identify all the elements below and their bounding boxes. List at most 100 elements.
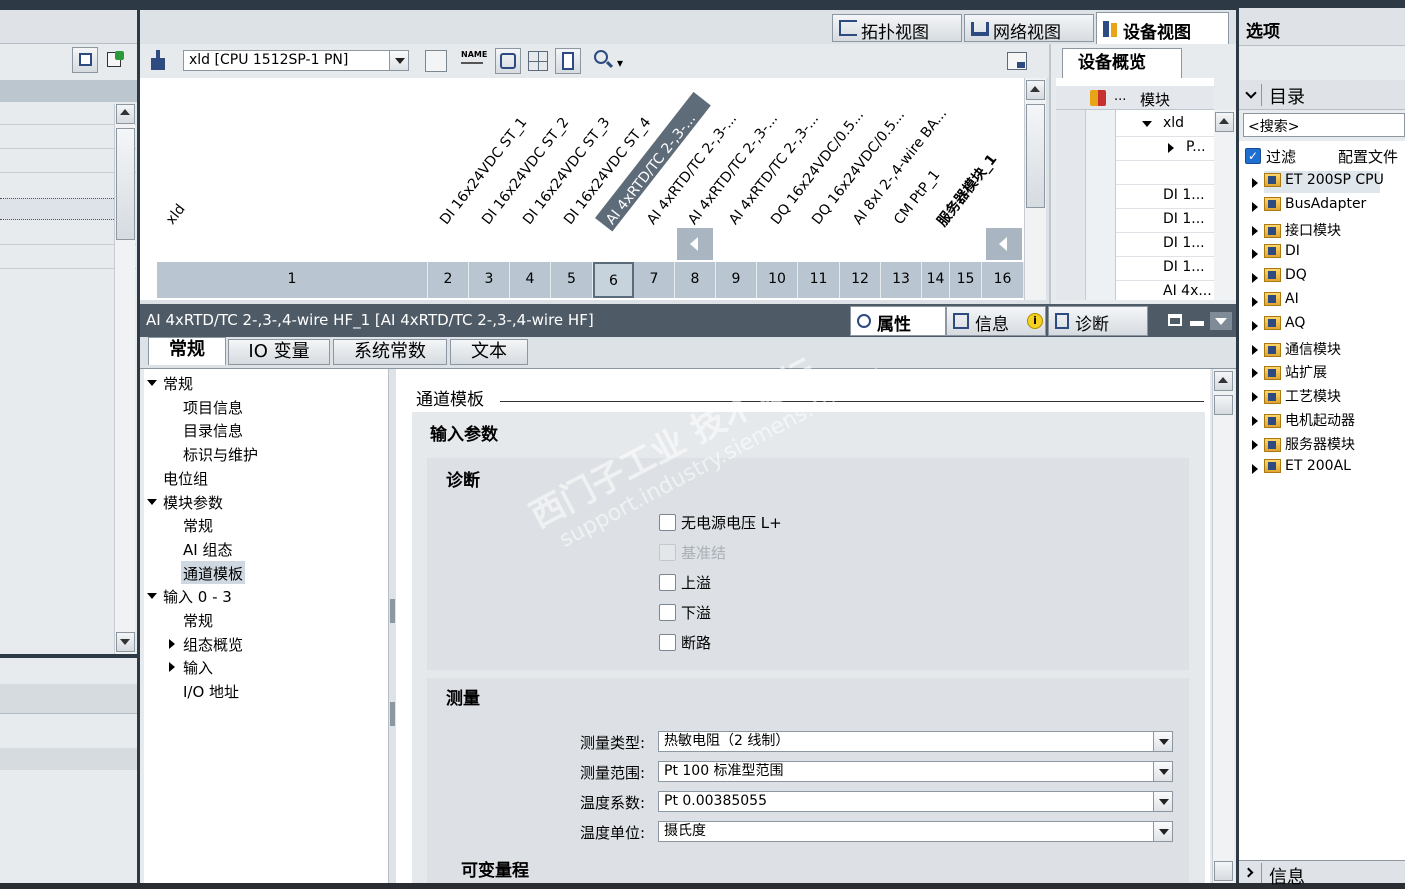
tree-collapse-icon[interactable]	[1252, 225, 1258, 236]
rack-slot[interactable]: 8	[675, 262, 716, 298]
diag-checkbox[interactable]	[659, 514, 676, 531]
nav-item[interactable]: 目录信息	[183, 420, 243, 441]
rack-slot[interactable]: 7	[634, 262, 675, 298]
tree-expand-icon[interactable]	[1142, 121, 1152, 127]
rack-slot[interactable]: 4	[510, 262, 551, 298]
nav-item[interactable]: 模块参数	[163, 492, 223, 513]
catalog-item[interactable]: AI	[1264, 291, 1299, 307]
list-view-button[interactable]	[72, 47, 98, 73]
catalog-item[interactable]: 服务器模块	[1264, 434, 1355, 454]
tree-collapse-icon[interactable]	[1252, 273, 1258, 284]
overview-scrollbar[interactable]	[1214, 110, 1236, 300]
nav-item[interactable]: 标识与维护	[183, 444, 258, 465]
export-icon[interactable]	[102, 47, 128, 73]
catalog-item[interactable]: 站扩展	[1264, 362, 1327, 382]
nav-item[interactable]: 常规	[183, 515, 213, 536]
measure-field-select[interactable]: Pt 0.00385055	[658, 791, 1173, 812]
nav-item[interactable]: 组态概览	[183, 634, 243, 655]
info-header[interactable]: 信息	[1239, 860, 1405, 888]
rack-slot[interactable]: 5	[551, 262, 593, 298]
catalog-item[interactable]: ET 200AL	[1264, 458, 1351, 474]
rack-slot[interactable]: 15	[950, 262, 982, 298]
rack-slot[interactable]: 14	[922, 262, 950, 298]
rack-slot[interactable]: 12	[840, 262, 881, 298]
swap-icon[interactable]	[425, 50, 447, 72]
tree-expand-icon[interactable]	[147, 593, 157, 600]
measure-field-select[interactable]: 热敏电阻（2 线制）	[658, 731, 1173, 752]
grid-icon[interactable]	[528, 51, 548, 71]
rack-scroll-right-icon[interactable]	[986, 228, 1022, 260]
nav-item[interactable]: 通道模板	[183, 563, 243, 584]
nav-item[interactable]: 输入	[183, 657, 213, 678]
measure-field-select[interactable]: 摄氏度	[658, 821, 1173, 842]
nav-item[interactable]: AI 组态	[183, 539, 232, 560]
measure-field-select[interactable]: Pt 100 标准型范围	[658, 761, 1173, 782]
tab-topology-view[interactable]: 拓扑视图	[832, 14, 962, 43]
float-window-icon[interactable]	[1168, 314, 1182, 326]
tree-selected-row[interactable]	[0, 198, 114, 220]
catalog-item[interactable]: 工艺模块	[1264, 386, 1341, 406]
nav-item[interactable]: 项目信息	[183, 397, 243, 418]
tree-collapse-icon[interactable]	[169, 638, 175, 649]
tab-info[interactable]: 信息 i	[946, 306, 1046, 336]
tree-collapse-icon[interactable]	[1252, 249, 1258, 260]
rack-slot[interactable]: 10	[757, 262, 798, 298]
network-connect-icon[interactable]	[148, 50, 168, 72]
nav-item[interactable]: 常规	[163, 373, 193, 394]
tree-collapse-icon[interactable]	[1252, 201, 1258, 212]
nav-item[interactable]: 电位组	[163, 468, 208, 489]
page-view-button[interactable]	[555, 48, 581, 74]
diag-checkbox[interactable]	[659, 604, 676, 621]
catalog-item[interactable]: 接口模块	[1264, 220, 1341, 240]
tree-collapse-icon[interactable]	[1252, 178, 1258, 188]
inspector-tab[interactable]: 文本	[450, 339, 528, 365]
tree-collapse-icon[interactable]	[1252, 463, 1258, 474]
catalog-item[interactable]: DI	[1264, 243, 1300, 259]
collapse-icon[interactable]	[1210, 312, 1232, 330]
minimize-icon[interactable]	[1190, 321, 1204, 326]
nav-item[interactable]: I/O 地址	[183, 681, 239, 702]
tree-collapse-icon[interactable]	[1252, 368, 1258, 379]
catalog-search-input[interactable]: <搜索>	[1243, 113, 1405, 137]
tree-collapse-icon[interactable]	[1252, 344, 1258, 355]
tab-device-overview[interactable]: 设备概览	[1062, 48, 1182, 78]
tree-collapse-icon[interactable]	[1252, 297, 1258, 307]
rack-slot[interactable]: 11	[798, 262, 840, 298]
tree-collapse-icon[interactable]	[1252, 392, 1258, 403]
inspector-tab[interactable]: IO 变量	[228, 339, 330, 365]
content-scrollbar[interactable]	[1212, 369, 1234, 883]
tab-properties[interactable]: 属性	[850, 306, 946, 336]
tree-expand-icon[interactable]	[147, 498, 157, 505]
overview-toggle-icon[interactable]	[1007, 52, 1027, 70]
tree-collapse-icon[interactable]	[1252, 439, 1258, 450]
rack-slot[interactable]: 9	[716, 262, 757, 298]
name-icon[interactable]: NAME	[461, 50, 487, 72]
zoom-icon[interactable]	[594, 50, 616, 72]
rack-scrollbar[interactable]	[1024, 78, 1046, 300]
rack-slot[interactable]: 6	[593, 262, 634, 298]
inspector-tab[interactable]: 常规	[148, 337, 226, 365]
diag-checkbox[interactable]	[659, 634, 676, 651]
nav-splitter[interactable]	[388, 369, 396, 883]
catalog-item[interactable]: DQ	[1264, 267, 1307, 283]
profile-label[interactable]: 配置文件	[1338, 146, 1398, 167]
catalog-header[interactable]: 目录	[1239, 80, 1405, 110]
tree-collapse-icon[interactable]	[169, 662, 175, 673]
label-toggle-button[interactable]	[495, 48, 521, 74]
catalog-item[interactable]: ET 200SP CPU	[1264, 172, 1384, 188]
rack-slot[interactable]: 16	[982, 262, 1024, 298]
tab-network-view[interactable]: 网络视图	[964, 14, 1094, 43]
tree-collapse-icon[interactable]	[1168, 143, 1174, 153]
rack-slot[interactable]: 3	[469, 262, 510, 298]
tab-device-view[interactable]: 设备视图	[1096, 12, 1229, 44]
filter-checkbox[interactable]: ✓	[1245, 148, 1261, 164]
overview-row[interactable]	[1116, 162, 1214, 185]
rack-slot[interactable]: 2	[428, 262, 469, 298]
device-select[interactable]: xld [CPU 1512SP-1 PN]	[183, 50, 409, 71]
zoom-dropdown-icon[interactable]: ▾	[617, 56, 623, 70]
catalog-item[interactable]: 通信模块	[1264, 339, 1341, 359]
tab-diagnostics[interactable]: 诊断	[1048, 306, 1148, 336]
tree-expand-icon[interactable]	[147, 380, 157, 386]
nav-item[interactable]: 输入 0 - 3	[163, 586, 232, 607]
inspector-tab[interactable]: 系统常数	[333, 339, 447, 365]
